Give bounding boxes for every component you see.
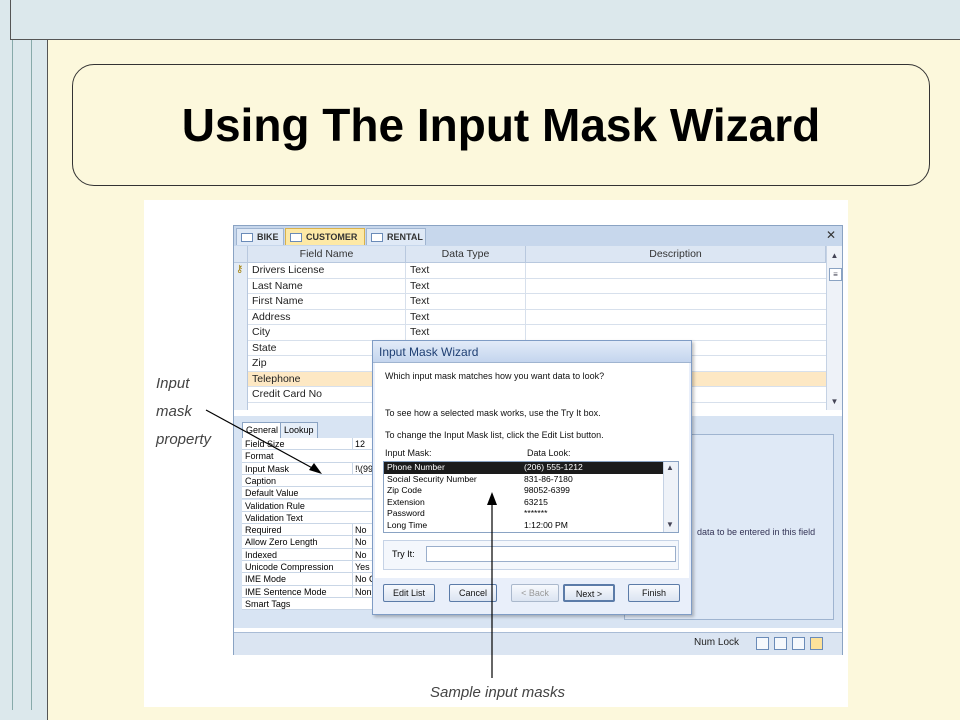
arrow-head (309, 463, 322, 474)
annotation-arrows (205, 409, 497, 678)
arrow-head (487, 492, 497, 505)
arrow-line (205, 409, 317, 471)
